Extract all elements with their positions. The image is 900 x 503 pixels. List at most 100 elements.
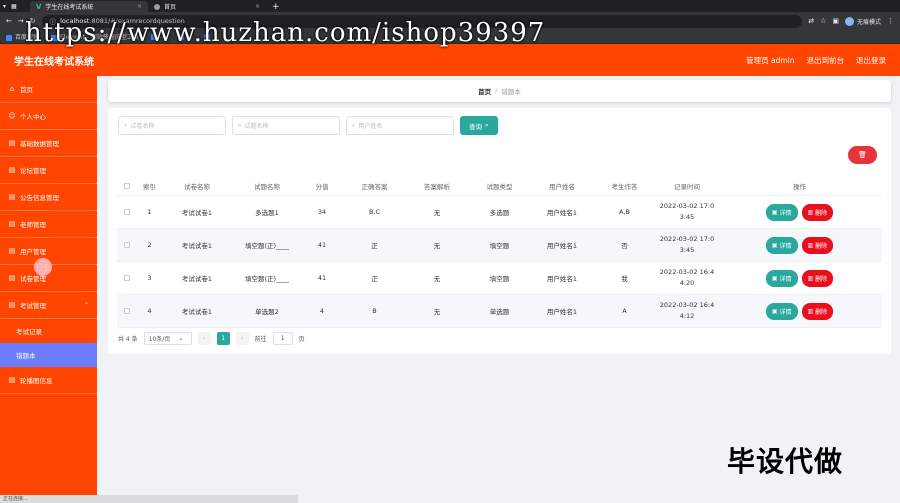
- sidebar-item-teacher[interactable]: ▤ 老师管理: [0, 211, 97, 238]
- menu-icon[interactable]: ▾: [3, 3, 6, 10]
- detail-icon: ▣: [771, 241, 778, 249]
- cell-index: 4: [147, 307, 152, 315]
- browser-tab-active[interactable]: V 学生在线考试系统 ×: [30, 1, 148, 12]
- cell-type: 填空题: [489, 275, 510, 283]
- time-line: 2022-03-02 16:4: [659, 268, 715, 276]
- col-analysis: 答案解析: [424, 182, 450, 191]
- sidebar-item-label: 基础数据管理: [20, 140, 59, 148]
- cell-paper: 考试试卷1: [181, 275, 213, 283]
- question-name-input[interactable]: ⌕ 试题名称: [232, 116, 340, 135]
- row-checkbox[interactable]: [117, 242, 137, 248]
- sidebar-item-exam[interactable]: ▤ 考试管理 ⌃: [0, 292, 97, 319]
- sidebar-item-home[interactable]: ⌂ 首页: [0, 76, 97, 103]
- detail-button[interactable]: ▣ 详情: [765, 236, 798, 254]
- sidebar-item-profile[interactable]: ☺ 个人中心: [0, 103, 97, 130]
- cell-paper: 考试试卷1: [181, 308, 213, 316]
- col-type: 试题类型: [486, 182, 513, 191]
- cell-user: 用户姓名1: [546, 275, 578, 283]
- cell-user-answer: A,B: [619, 208, 630, 216]
- doc-icon: ▤: [8, 274, 16, 282]
- logout-link[interactable]: 退出登录: [856, 55, 886, 66]
- doc-icon: ▤: [8, 247, 16, 255]
- button-label: 删除: [815, 242, 828, 250]
- profile-button[interactable]: 无痕模式: [844, 16, 881, 26]
- user-name-input[interactable]: ⌕ 用户姓名: [346, 116, 454, 135]
- extensions-icon[interactable]: ▣: [832, 17, 839, 25]
- delete-button[interactable]: ▥ 删除: [801, 203, 834, 221]
- chevron-down-icon: ⌄: [178, 335, 184, 342]
- more-icon[interactable]: ⋮: [887, 17, 894, 25]
- col-time: 记录时间: [674, 182, 700, 191]
- watermark-url: https://www.huzhan.com/ishop39397: [25, 18, 546, 48]
- cell-answer: 正: [371, 275, 378, 283]
- sidebar-item-forum[interactable]: ▤ 论坛管理: [0, 157, 97, 184]
- new-tab-icon[interactable]: +: [266, 2, 286, 12]
- sidebar: ⌂ 首页 ☺ 个人中心 ▤ 基础数据管理 ▤ 论坛管理 ▤ 公告信息管理 ▤ 老师管理 ▤ 用…: [0, 76, 97, 503]
- batch-delete-button[interactable]: 🗑: [848, 146, 877, 164]
- sidebar-subitem-wrong-book[interactable]: 错题本: [0, 343, 97, 367]
- sidebar-item-basic-data[interactable]: ▤ 基础数据管理: [0, 130, 97, 157]
- row-checkbox[interactable]: [117, 308, 137, 314]
- prev-page-button[interactable]: ‹: [197, 332, 211, 345]
- breadcrumb-home[interactable]: 首页: [478, 86, 491, 96]
- cell-question: 单选题2: [255, 308, 279, 316]
- cell-score: 41: [317, 274, 327, 282]
- goto-page-input[interactable]: 1: [272, 332, 293, 345]
- bookmark-star-icon[interactable]: ☆: [820, 17, 826, 25]
- button-label: 删除: [815, 308, 828, 316]
- delete-button[interactable]: ▥ 删除: [801, 236, 834, 254]
- time-line: 2022-03-02 17:0: [659, 202, 715, 210]
- cell-time: 2022-03-02 16:4 4:20: [657, 267, 717, 289]
- next-page-button[interactable]: ›: [235, 332, 249, 345]
- hand-cursor-icon: ☝: [42, 264, 48, 274]
- doc-icon: ▤: [8, 376, 16, 384]
- search-icon: ⌕: [238, 121, 242, 129]
- row-checkbox[interactable]: [117, 209, 137, 215]
- close-icon[interactable]: ×: [137, 3, 142, 10]
- breadcrumb-current: 错题本: [501, 88, 521, 96]
- back-to-front-link[interactable]: 退出到前台: [807, 55, 845, 66]
- delete-button[interactable]: ▥ 删除: [801, 269, 834, 287]
- page-size-select[interactable]: 10条/页 ⌄: [143, 332, 192, 345]
- page-number-button[interactable]: 1: [216, 332, 230, 345]
- cell-actions: ▣ 详情 ▥ 删除: [717, 203, 882, 221]
- cell-actions: ▣ 详情 ▥ 删除: [717, 236, 882, 254]
- time-line: 4:12: [679, 312, 695, 320]
- profile-label: 无痕模式: [856, 18, 881, 26]
- paper-name-input[interactable]: ⌕ 试卷名称: [118, 116, 226, 135]
- chevron-up-icon: ⌃: [83, 301, 89, 309]
- pagination: 共 4 条 10条/页 ⌄ ‹ 1 › 前往 1 页: [118, 332, 305, 345]
- detail-button[interactable]: ▣ 详情: [765, 302, 798, 320]
- cell-score: 34: [317, 208, 327, 216]
- delete-button[interactable]: ▥ 删除: [801, 302, 834, 320]
- back-icon[interactable]: ←: [6, 17, 12, 25]
- translate-icon[interactable]: ⇄: [808, 17, 814, 25]
- search-icon: ⌕: [485, 121, 489, 129]
- checkbox-box: [124, 242, 130, 248]
- select-all-checkbox[interactable]: [117, 182, 137, 189]
- browser-tab[interactable]: 首页 ×: [148, 1, 266, 12]
- header-actions: 管理员 admin 退出到前台 退出登录: [746, 55, 886, 66]
- vue-logo-icon: V: [36, 2, 42, 11]
- grid-icon[interactable]: ▦: [11, 3, 17, 10]
- cell-time: 2022-03-02 17:0 3:45: [657, 234, 717, 256]
- input-placeholder: 试卷名称: [130, 123, 155, 130]
- sidebar-item-carousel[interactable]: ▤ 轮播图信息: [0, 367, 97, 394]
- row-checkbox[interactable]: [117, 275, 137, 281]
- chevron-right-icon: ›: [240, 335, 244, 342]
- forward-icon[interactable]: →: [18, 17, 24, 25]
- trash-icon: 🗑: [858, 151, 867, 159]
- time-line: 2022-03-02 17:0: [659, 235, 715, 243]
- user-icon: ☺: [8, 112, 16, 120]
- sidebar-item-label: 首页: [20, 86, 33, 94]
- search-button[interactable]: 查询 ⌕: [460, 116, 498, 135]
- detail-button[interactable]: ▣ 详情: [765, 269, 798, 287]
- app-title: 学生在线考试系统: [14, 56, 94, 68]
- data-table: 索引 试卷名称 试题名称 分值 正确答案 答案解析 试题类型 用户姓名 考生作答…: [117, 176, 882, 328]
- table-row: 2 考试试卷1 填空题(正)____ 41 正 无 填空题 用户姓名1 否 20…: [117, 229, 882, 262]
- cell-user: 用户姓名1: [546, 308, 578, 316]
- detail-button[interactable]: ▣ 详情: [765, 203, 798, 221]
- close-icon[interactable]: ×: [255, 3, 260, 10]
- sidebar-item-notice[interactable]: ▤ 公告信息管理: [0, 184, 97, 211]
- sidebar-subitem-exam-record[interactable]: 考试记录: [0, 319, 97, 343]
